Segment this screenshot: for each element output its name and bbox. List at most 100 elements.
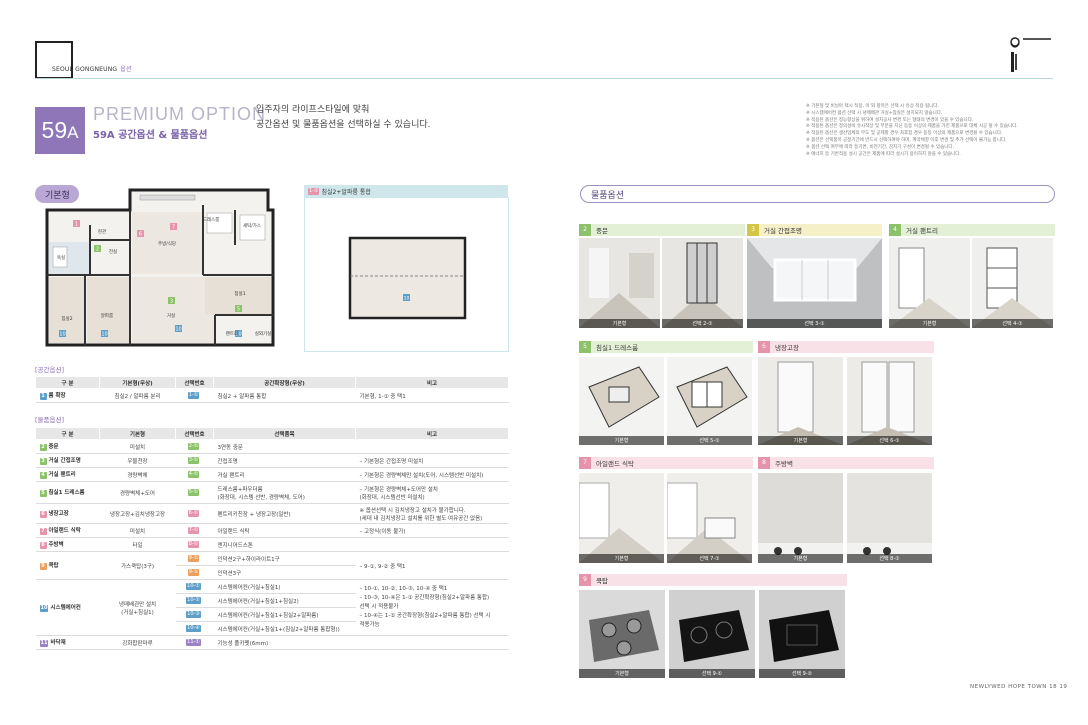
table-row: 4 거실 팬트리 경량벽체 4-① 거실 팬트리 – 기본형은 경량벽체만 설치(… xyxy=(35,467,509,482)
column-header: 비고 xyxy=(355,376,509,389)
photo-caption: 선택 9-② xyxy=(759,669,845,678)
option-1-header: 1-① 침실2+알파룸 통합 xyxy=(304,185,508,197)
photo-dressroom-basic: 기본형 xyxy=(579,357,664,445)
room-label: 욕실 xyxy=(57,254,65,261)
caption-lighting: 3 거실 간접조명 xyxy=(747,224,882,236)
column-header: 기본형 xyxy=(99,427,176,440)
table-row: 7 아일랜드 식탁 미설치 7-① 아일랜드 식탁 – 고정식(이동 불가) xyxy=(35,523,509,538)
photo-caption: 선택 7-① xyxy=(667,554,752,563)
photo-kitchen-wall-option: 선택 8-① xyxy=(847,473,932,563)
option-1-plan: 10 xyxy=(304,197,509,352)
photo-caption: 기본형 xyxy=(758,554,843,563)
header-section-label: SEOUL GONGNEUNG 옵션 xyxy=(52,66,132,73)
caption-island: 7 아일랜드 식탁 xyxy=(579,457,753,469)
photo-caption: 선택 3-① xyxy=(747,319,882,328)
room-label: 세탁/가스 xyxy=(243,222,261,229)
table-row: 2 중문 미설치 2-① 3연동 중문 xyxy=(35,439,509,454)
photo-dressroom-option: 선택 5-① xyxy=(667,357,752,445)
svg-text:2: 2 xyxy=(96,247,99,253)
note-item: ※ 옵션은 선택품목 공정기간에 반드시 선택하여야 하며, 계약체결 이후 변… xyxy=(806,137,1007,143)
caption-dressroom: 5 침실1 드레스룸 xyxy=(579,341,753,353)
column-header: 구 분 xyxy=(35,376,100,389)
svg-text:10: 10 xyxy=(404,296,410,302)
photo-caption: 선택 5-① xyxy=(667,436,752,445)
basic-type-label: 기본형 xyxy=(35,185,79,203)
note-item: ※ 적용된 옵션은 생산업체의 부도 및 공제할 경우 차후함 경우 동등 이상… xyxy=(806,131,1003,137)
option-1-floor-plan: 10 xyxy=(348,236,467,320)
svg-text:7: 7 xyxy=(172,225,175,231)
photo-fridge-option: 선택 6-① xyxy=(847,357,932,445)
page-footer: NEWLYWED HOPE TOWN 18 19 xyxy=(970,684,1068,690)
table-row: 9 쿡탑 가스쿡탑(3구) 9-① 인덕션2구+하이라이트1구 – 9-①, 9-… xyxy=(35,551,509,580)
table-row: 5 침실1 드레스룸 경량벽체+도어 5-① 드레스룸+파우더룸 (화장대, 시스템… xyxy=(35,481,509,504)
room-label: 드레스룸 xyxy=(203,216,220,223)
column-header: 기본형(무상) xyxy=(99,376,176,389)
caption-kitchen-wall: 8 주방벽 xyxy=(758,457,934,469)
column-header: 비고 xyxy=(355,427,509,440)
photo-cooktop-option2: 선택 9-② xyxy=(759,590,845,678)
photo-cooktop-basic: 기본형 xyxy=(579,590,665,678)
photo-fridge-basic: 기본형 xyxy=(758,357,843,445)
photo-caption: 기본형 xyxy=(889,319,970,328)
svg-text:10: 10 xyxy=(59,332,65,338)
note-item: ※ 에너지 등 기반적용 설시 공간은 제품에 따라 설시가 용이하지 않을 수… xyxy=(806,151,961,157)
photo-caption: 선택 2-① xyxy=(662,319,743,328)
room-label: 전실 xyxy=(109,248,117,255)
photo-caption: 선택 9-① xyxy=(669,669,755,678)
photo-pantry-basic: 기본형 xyxy=(889,238,970,328)
room-label: 거실 xyxy=(167,312,175,319)
photo-island-basic: 기본형 xyxy=(579,473,664,563)
photo-caption: 기본형 xyxy=(579,554,664,563)
photo-caption: 선택 6-① xyxy=(847,436,932,445)
table-row: 3 거실 간접조명 우물천장 3-① 간접조명 – 기본형은 간접조명 미설치 xyxy=(35,453,509,468)
table-row: 6 냉장고장 냉장고장+김치냉장고장 6-① 펜트리키친장 + 냉장고장(일반) … xyxy=(35,503,509,524)
page-subtitle: 59A 공간옵션 & 물품옵션 xyxy=(93,130,208,141)
photo-caption: 기본형 xyxy=(579,669,665,678)
table-header-row: 구 분 기본형 선택번호 선택품목 비고 xyxy=(35,427,509,440)
svg-text:3: 3 xyxy=(170,299,173,305)
unit-type-badge: 59 A xyxy=(35,107,85,154)
space-option-label: [공간옵션] xyxy=(35,366,64,374)
note-item: ※ 시스템에어컨 옵션 선택 시 냉매배관 거실+침실은 설치되지 않습니다. xyxy=(806,110,943,116)
room-label: 침실2 xyxy=(61,315,72,322)
caption-pantry: 4 거실 팬트리 xyxy=(889,224,1055,236)
table-row: 11 바닥재 강화합판마루 11-① 기능성 폴카펫(6mm) xyxy=(35,635,509,650)
svg-text:6: 6 xyxy=(139,232,142,238)
photo-cooktop-option1: 선택 9-① xyxy=(669,590,755,678)
column-header: 선택번호 xyxy=(175,427,214,440)
photo-caption: 기본형 xyxy=(579,436,664,445)
column-header: 공간확장형(무상) xyxy=(213,376,356,389)
room-label: 팬트리 xyxy=(226,330,238,337)
product-option-header: 물품옵션 xyxy=(580,185,1055,203)
column-header: 구 분 xyxy=(35,427,100,440)
svg-text:5: 5 xyxy=(237,307,240,313)
photo-caption: 기본형 xyxy=(579,319,660,328)
photo-island-option: 선택 7-① xyxy=(667,473,752,563)
brand-logo-icon xyxy=(1010,37,1051,72)
column-header: 선택번호 xyxy=(175,376,214,389)
caption-cooktop: 9 쿡탑 xyxy=(579,574,847,586)
room-label: 실외기실 xyxy=(255,330,272,337)
photo-door-basic: 기본형 xyxy=(579,238,660,328)
photo-caption: 기본형 xyxy=(758,436,843,445)
table-row: 8 주방벽 타일 8-① 엔지니어드스톤 xyxy=(35,537,509,552)
photo-door-option: 선택 2-① xyxy=(662,238,743,328)
notes-list: ※ 기본형 및 비닐아 택시 적용, 이 외 항목은 선택 시 유상 적용 됩니… xyxy=(806,104,1056,158)
photo-lighting-option: 선택 3-① xyxy=(747,238,882,328)
room-label: 주방/식당 xyxy=(158,240,176,247)
photo-caption: 선택 4-① xyxy=(972,319,1053,328)
caption-door: 2 중문 xyxy=(579,224,745,236)
photo-caption: 선택 8-① xyxy=(847,554,932,563)
svg-text:10: 10 xyxy=(101,332,107,338)
premium-option-title: PREMIUM OPTION xyxy=(93,104,267,124)
page-description: 입주자의 라이프스타일에 맞춰 공간옵션 및 물품옵션을 선택하실 수 있습니다… xyxy=(256,105,431,130)
svg-text:1: 1 xyxy=(75,222,78,228)
product-option-label: [물품옵션] xyxy=(35,416,64,424)
column-header: 선택품목 xyxy=(213,427,356,440)
room-label: 현관 xyxy=(98,228,106,235)
header-divider xyxy=(35,78,1053,79)
header-frame xyxy=(35,41,73,79)
caption-fridge: 6 냉장고장 xyxy=(758,341,934,353)
product-option-table: 구 분 기본형 선택번호 선택품목 비고 2 중문 미설치 2-① 3연동 중문 … xyxy=(35,427,509,650)
room-label: 침실1 xyxy=(234,290,245,297)
